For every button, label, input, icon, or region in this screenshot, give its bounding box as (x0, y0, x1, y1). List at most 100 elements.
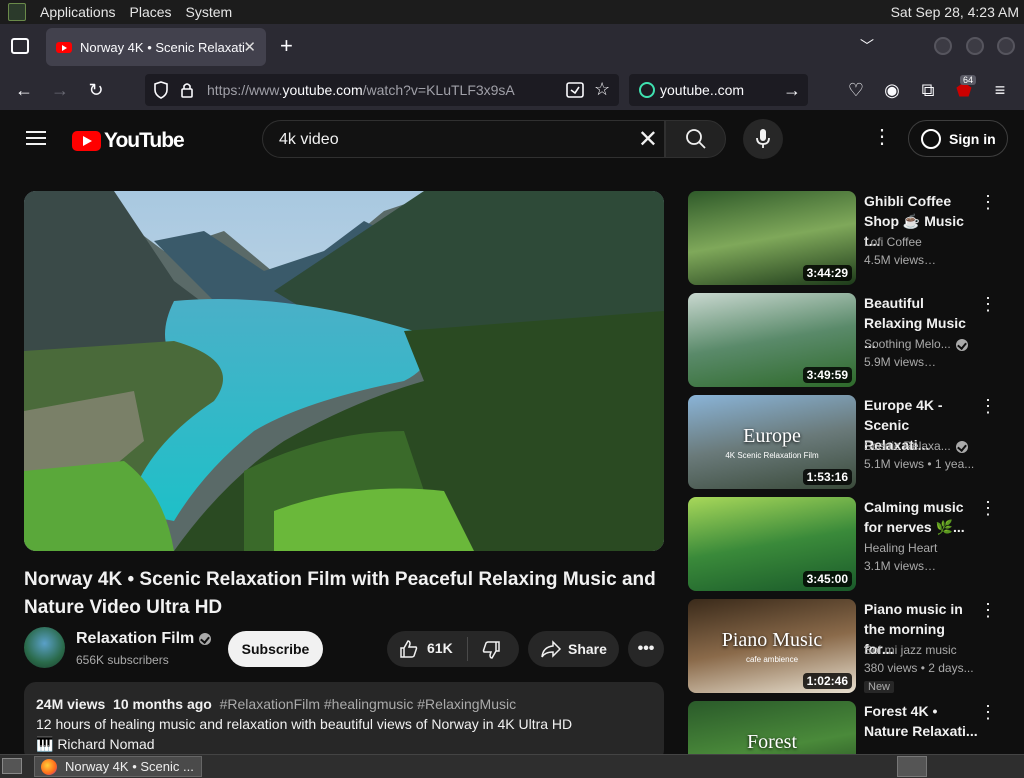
taskbar-window-button[interactable]: Norway 4K • Scenic ... (34, 756, 202, 777)
places-menu[interactable]: Places (130, 4, 172, 20)
terminal-icon[interactable] (8, 3, 26, 21)
browser-tab-bar: Norway 4K • Scenic Relaxati ✕ + ﹀ (0, 24, 1024, 70)
sign-in-label: Sign in (949, 130, 996, 147)
recommendation-item[interactable]: 3:45:00 Calming music for nerves 🌿... He… (688, 497, 1008, 591)
reader-view-icon[interactable] (566, 82, 584, 98)
minimize-button[interactable] (934, 37, 952, 55)
recommendation-thumbnail[interactable]: 3:49:59 (688, 293, 856, 387)
recommendation-item[interactable]: Europe 4K Scenic Relaxation Film 1:53:16 … (688, 395, 1008, 489)
recommendation-channel[interactable]: Lofi Coffee (864, 235, 978, 249)
share-arrow-icon (541, 640, 562, 658)
tab-overview-icon[interactable] (11, 38, 29, 54)
recommendation-more-icon[interactable]: ⋮ (978, 295, 998, 313)
recommendation-more-icon[interactable]: ⋮ (978, 397, 998, 415)
recommendation-thumbnail[interactable]: Forest (688, 701, 856, 754)
bookmark-star-icon[interactable]: ☆ (594, 79, 610, 100)
hamburger-menu-icon[interactable] (26, 131, 46, 145)
recommendation-channel[interactable]: Soothing Melo... (864, 337, 978, 351)
subscribe-button[interactable]: Subscribe (228, 631, 323, 667)
recommendation-thumbnail[interactable]: Piano Music cafe ambience 1:02:46 (688, 599, 856, 693)
search-bar[interactable]: youtube..com → (629, 74, 808, 106)
video-player[interactable] (24, 191, 664, 551)
maximize-button[interactable] (966, 37, 984, 55)
recommendation-more-icon[interactable]: ⋮ (978, 499, 998, 517)
recommendation-channel[interactable]: Healing Heart (864, 541, 978, 555)
extensions-puzzle-icon[interactable]: ⧉ (917, 80, 939, 100)
recommendation-item[interactable]: Forest Forest 4K • Nature Relaxati... ⋮ (688, 701, 1008, 754)
taskbar-window-title: Norway 4K • Scenic ... (65, 759, 194, 774)
lock-icon[interactable] (180, 82, 194, 98)
microphone-icon (756, 129, 770, 148)
search-query: 4k video (279, 131, 339, 148)
reload-icon[interactable]: ↻ (85, 80, 107, 100)
description-box[interactable]: 24M views 10 months ago #RelaxationFilm … (24, 682, 664, 762)
settings-more-icon[interactable]: ⋮ (872, 127, 892, 147)
menu-icon[interactable]: ≡ (989, 80, 1011, 100)
thumbnail-overlay-text: Europe (743, 425, 801, 447)
recommendation-views: 5.1M views • 1 yea... (864, 457, 975, 471)
verified-check-icon (199, 632, 212, 645)
youtube-logo-text: YouTube (104, 129, 185, 152)
browser-tab[interactable]: Norway 4K • Scenic Relaxati ✕ (46, 28, 266, 66)
tab-title: Norway 4K • Scenic Relaxati (80, 39, 245, 55)
recommendation-more-icon[interactable]: ⋮ (978, 601, 998, 619)
share-button[interactable]: Share (528, 631, 619, 667)
recommendation-item[interactable]: Piano Music cafe ambience 1:02:46 Piano m… (688, 599, 1008, 693)
system-menu[interactable]: System (186, 4, 233, 20)
recommendation-title[interactable]: Calming music for nerves 🌿... (864, 497, 978, 537)
forward-arrow-icon[interactable]: → (49, 80, 71, 100)
clock[interactable]: Sat Sep 28, 4:23 AM (891, 4, 1019, 20)
description-meta: 24M views 10 months ago #RelaxationFilm … (36, 696, 517, 712)
pocket-icon[interactable]: ♡ (845, 80, 867, 100)
channel-avatar[interactable] (24, 627, 65, 668)
thumbs-up-icon[interactable] (399, 639, 419, 659)
tray-firefox-icon[interactable] (897, 756, 927, 777)
youtube-play-icon (72, 131, 101, 151)
recommendation-title[interactable]: Forest 4K • Nature Relaxati... (864, 701, 978, 741)
close-tab-icon[interactable]: ✕ (243, 38, 256, 56)
more-actions-button[interactable]: ••• (628, 631, 664, 667)
search-engine-icon (639, 82, 655, 98)
applications-menu[interactable]: Applications (40, 4, 116, 20)
recommendation-thumbnail[interactable]: 3:44:29 (688, 191, 856, 285)
sign-in-button[interactable]: Sign in (908, 120, 1008, 157)
search-go-arrow-icon[interactable]: → (783, 80, 801, 101)
video-title: Norway 4K • Scenic Relaxation Film with … (24, 569, 656, 618)
show-desktop-icon[interactable] (2, 758, 22, 774)
recommendation-channel[interactable]: Scenic Relaxa... (864, 439, 978, 453)
shield-icon[interactable] (153, 81, 169, 99)
thumbnail-overlay-sub: cafe ambience (745, 655, 799, 664)
new-tab-button[interactable]: + (280, 33, 293, 59)
search-button[interactable] (665, 120, 726, 158)
youtube-logo[interactable]: YouTube (72, 129, 185, 153)
recommendation-thumbnail[interactable]: Europe 4K Scenic Relaxation Film 1:53:16 (688, 395, 856, 489)
tab-list-chevron-icon[interactable]: ﹀ (860, 36, 874, 56)
account-icon[interactable]: ◉ (881, 80, 903, 100)
thumbs-down-icon[interactable] (481, 640, 501, 660)
new-badge: New (864, 681, 895, 693)
url-bar[interactable]: https://www.youtube.com/watch?v=KLuTLF3x… (145, 74, 619, 106)
like-count[interactable]: 61K (427, 640, 453, 656)
extension-badge: 64 (960, 75, 977, 85)
clear-search-icon[interactable]: ✕ (638, 125, 658, 154)
recommendation-item[interactable]: 3:49:59 Beautiful Relaxing Music ... Soo… (688, 293, 1008, 387)
youtube-search-input[interactable]: 4k video ✕ (262, 120, 665, 158)
recommendation-views: 380 views • 2 days... (864, 661, 974, 675)
browser-nav-bar: ← → ↻ https://www.youtube.com/watch?v=KL… (0, 70, 1024, 110)
recommendation-more-icon[interactable]: ⋮ (978, 193, 998, 211)
verified-check-icon (955, 338, 968, 351)
recommendation-more-icon[interactable]: ⋮ (978, 703, 998, 721)
duration-badge: 3:45:00 (802, 571, 852, 587)
back-arrow-icon[interactable]: ← (13, 80, 35, 100)
close-window-button[interactable] (997, 37, 1015, 55)
recommendation-item[interactable]: 3:44:29 Ghibli Coffee Shop ☕ Music t... … (688, 191, 1008, 285)
description-line-2: 🎹 Richard Nomad (36, 736, 155, 752)
channel-name[interactable]: Relaxation Film (76, 630, 212, 648)
voice-search-button[interactable] (743, 119, 783, 159)
url-text: https://www.youtube.com/watch?v=KLuTLF3x… (207, 82, 515, 98)
duration-badge: 1:53:16 (802, 469, 852, 485)
duration-badge: 1:02:46 (802, 673, 852, 689)
description-tags[interactable]: #RelaxationFilm #healingmusic #RelaxingM… (220, 696, 516, 712)
recommendation-thumbnail[interactable]: 3:45:00 (688, 497, 856, 591)
recommendation-channel[interactable]: Sol mi jazz music (864, 643, 978, 657)
